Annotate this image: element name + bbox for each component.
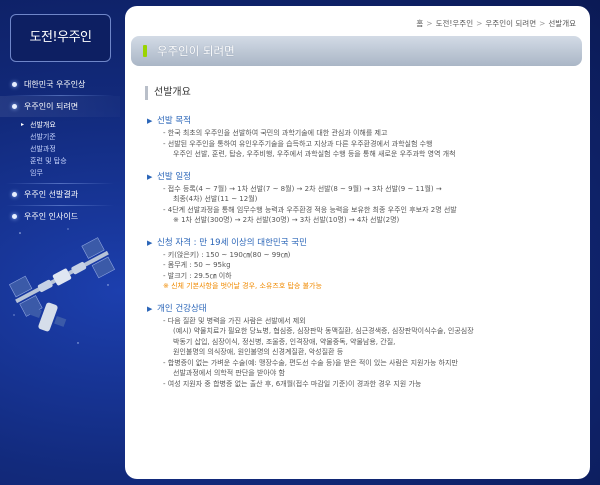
text-line: 최종(4차) 선발(11 ~ 12월) [173, 195, 258, 203]
nav-item-astronaut-inside[interactable]: 우주인 인사이드 [0, 206, 120, 227]
block-schedule: ▶ 선발 일정 - 접수 등록(4 ~ 7월) → 1차 선발(7 ~ 8월) … [145, 170, 585, 226]
triangle-right-icon: ▶ [147, 304, 153, 313]
sub-nav-label: 선발과정 [30, 145, 56, 153]
main-content: 홈 > 도전!우주인 > 우주인이 되려면 > 선발개요 우주인이 되려면 선발개요 ▶ 선… [125, 6, 590, 479]
text-line: - 다음 질환 및 병력을 가진 사람은 선발에서 제외 [163, 316, 306, 325]
sub-nav-item-overview[interactable]: ▸ 선발개요 [0, 119, 120, 131]
breadcrumb-current: 선발개요 [548, 19, 576, 28]
block-title: ▶ 신청 자격 : 만 19세 이상의 대한민국 국민 [145, 236, 585, 250]
dot-icon [12, 104, 17, 109]
sub-nav-label: 훈련 및 탑승 [30, 157, 67, 165]
block-title-text: 선발 목적 [157, 116, 191, 126]
breadcrumb-separator: > [426, 19, 433, 28]
text-line: - 몸무게 : 50 ~ 95kg [163, 261, 231, 269]
sub-nav-label: 선발개요 [30, 121, 56, 129]
breadcrumb-item[interactable]: 도전!우주인 [436, 19, 474, 28]
text-line: - 접수 등록(4 ~ 7월) → 1차 선발(7 ~ 8월) → 2차 선발(… [163, 184, 442, 193]
page-title-bar: 우주인이 되려면 [131, 36, 582, 66]
title-mark-icon [143, 45, 147, 57]
triangle-right-icon: ▶ [147, 172, 153, 181]
nav-item-label: 대한민국 우주인상 [24, 80, 86, 89]
sub-nav-label: 임무 [30, 169, 43, 177]
text-line: 박동기 삽입, 심장이식, 정신병, 조울증, 인격장애, 약물중독, 약물남용… [173, 337, 396, 346]
sidebar: 도전!우주인 대한민국 우주인상 우주인이 되려면 ▸ 선발개요 선발기준 선발… [0, 0, 120, 485]
text-line: (예시) 약물치료가 필요한 당뇨병, 협심증, 심장판막 동맥질환, 심근경색… [173, 327, 474, 335]
content-blocks: ▶ 선발 목적 - 한국 최초의 우주인을 선발하여 국민의 과학기술에 대한 … [145, 114, 585, 399]
sub-nav-item-training[interactable]: 훈련 및 탑승 [0, 155, 120, 167]
breadcrumb: 홈 > 도전!우주인 > 우주인이 되려면 > 선발개요 [416, 18, 576, 29]
triangle-right-icon: ▶ [147, 238, 153, 247]
dot-icon [12, 82, 17, 87]
breadcrumb-item[interactable]: 우주인이 되려면 [485, 19, 536, 28]
breadcrumb-home[interactable]: 홈 [416, 19, 423, 28]
breadcrumb-separator: > [539, 19, 546, 28]
sub-nav: ▸ 선발개요 선발기준 선발과정 훈련 및 탑승 임무 [0, 117, 120, 183]
text-line: - 한국 최초의 우주인을 선발하여 국민의 과학기술에 대한 관심과 이해를 … [163, 129, 388, 137]
text-line: - 키(앉은키) : 150 ~ 190㎝(80 ~ 99㎝) [163, 250, 291, 259]
text-line: - 발크기 : 29.5㎝ 이하 [163, 271, 232, 280]
block-title: ▶ 선발 목적 [145, 114, 585, 128]
text-line: 우주인 선발, 훈련, 탑승, 우주비행, 우주에서 과학실험 수행 등을 통해… [173, 150, 456, 158]
text-line: 원인불명의 의식장애, 원인불명의 신경계질환, 악성질환 등 [173, 348, 344, 356]
triangle-right-icon: ▶ [147, 117, 153, 125]
warning-line: ※ 신체 기본사항을 벗어날 경우, 소유즈호 탑승 불가능 [163, 282, 322, 290]
text-line: - 4단계 선발과정을 통해 임무수행 능력과 우주환경 적응 능력을 보유한 … [163, 205, 457, 214]
block-title-text: 선발 일정 [157, 171, 191, 182]
nav-item-label: 우주인 선발결과 [24, 190, 79, 199]
text-line: ※ 1차 선발(300명) → 2차 선발(30명) → 3차 선발(10명) … [173, 216, 400, 224]
sub-nav-item-mission[interactable]: 임무 [0, 167, 120, 179]
nav-item-label: 우주인 인사이드 [24, 212, 79, 221]
site-logo[interactable]: 도전!우주인 [10, 14, 111, 62]
block-eligibility: ▶ 신청 자격 : 만 19세 이상의 대한민국 국민 - 키(앉은키) : 1… [145, 236, 585, 292]
section-title: 선발개요 [145, 86, 191, 100]
sub-nav-item-process[interactable]: 선발과정 [0, 143, 120, 155]
space-station-illustration [8, 228, 116, 344]
text-line: - 합병증이 없는 가벼운 수술(예: 맹장수술, 편도선 수술 등)을 받은 … [163, 358, 458, 367]
block-health: ▶ 개인 건강상태 - 다음 질환 및 병력을 가진 사람은 선발에서 제외 (… [145, 302, 585, 390]
text-line: - 여성 지원자 중 합병증 없는 출산 후, 6개월(접수 마감일 기준)이 … [163, 379, 422, 388]
nav-item-korea-astronaut[interactable]: 대한민국 우주인상 [0, 74, 120, 95]
breadcrumb-separator: > [476, 19, 483, 28]
block-title: ▶ 선발 일정 [145, 170, 585, 184]
text-line: - 선발된 우주인을 통하여 유인우주기술을 습득하고 지상과 다른 우주환경에… [163, 139, 433, 148]
sidebar-nav: 대한민국 우주인상 우주인이 되려면 ▸ 선발개요 선발기준 선발과정 훈련 및… [0, 74, 120, 227]
arrow-right-icon: ▸ [21, 121, 25, 128]
page-title: 우주인이 되려면 [157, 44, 235, 58]
block-purpose: ▶ 선발 목적 - 한국 최초의 우주인을 선발하여 국민의 과학기술에 대한 … [145, 114, 585, 160]
block-title-text: 개인 건강상태 [157, 303, 207, 314]
block-title-text: 신청 자격 : 만 19세 이상의 대한민국 국민 [157, 237, 307, 248]
block-title: ▶ 개인 건강상태 [145, 302, 585, 316]
sub-nav-item-criteria[interactable]: 선발기준 [0, 131, 120, 143]
text-line: 선발과정에서 의학적 판단을 받아야 함 [173, 369, 285, 377]
sub-nav-label: 선발기준 [30, 133, 56, 141]
nav-item-become-astronaut[interactable]: 우주인이 되려면 [0, 96, 120, 117]
dot-icon [12, 192, 17, 197]
nav-item-label: 우주인이 되려면 [24, 102, 79, 111]
nav-item-selection-results[interactable]: 우주인 선발결과 [0, 184, 120, 205]
dot-icon [12, 214, 17, 219]
